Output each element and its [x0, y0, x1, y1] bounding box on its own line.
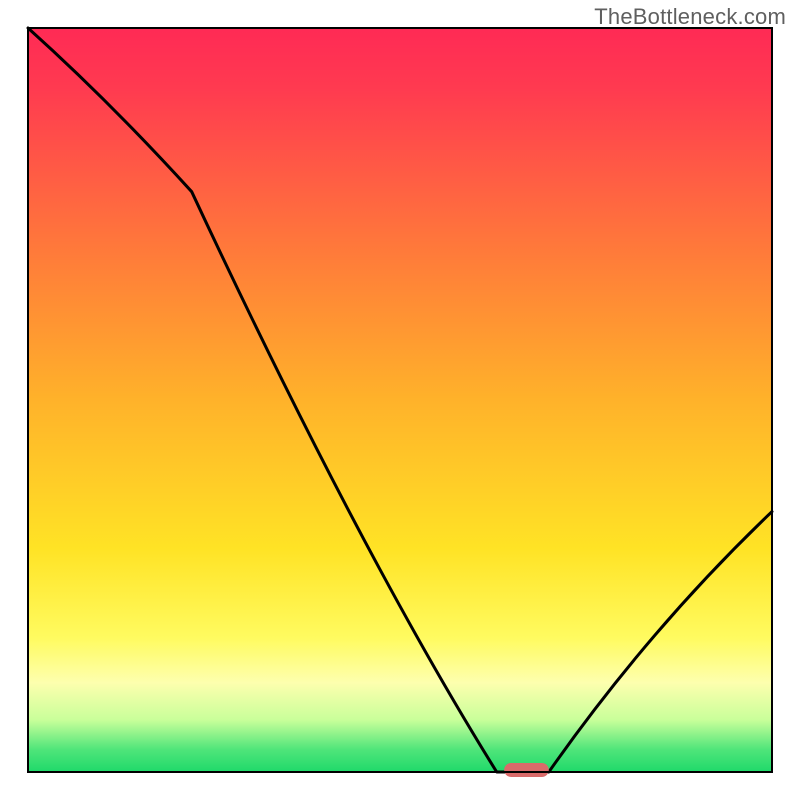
optimal-range-marker — [504, 763, 549, 777]
bottleneck-chart — [0, 0, 800, 800]
chart-container: TheBottleneck.com — [0, 0, 800, 800]
chart-background — [28, 28, 772, 772]
